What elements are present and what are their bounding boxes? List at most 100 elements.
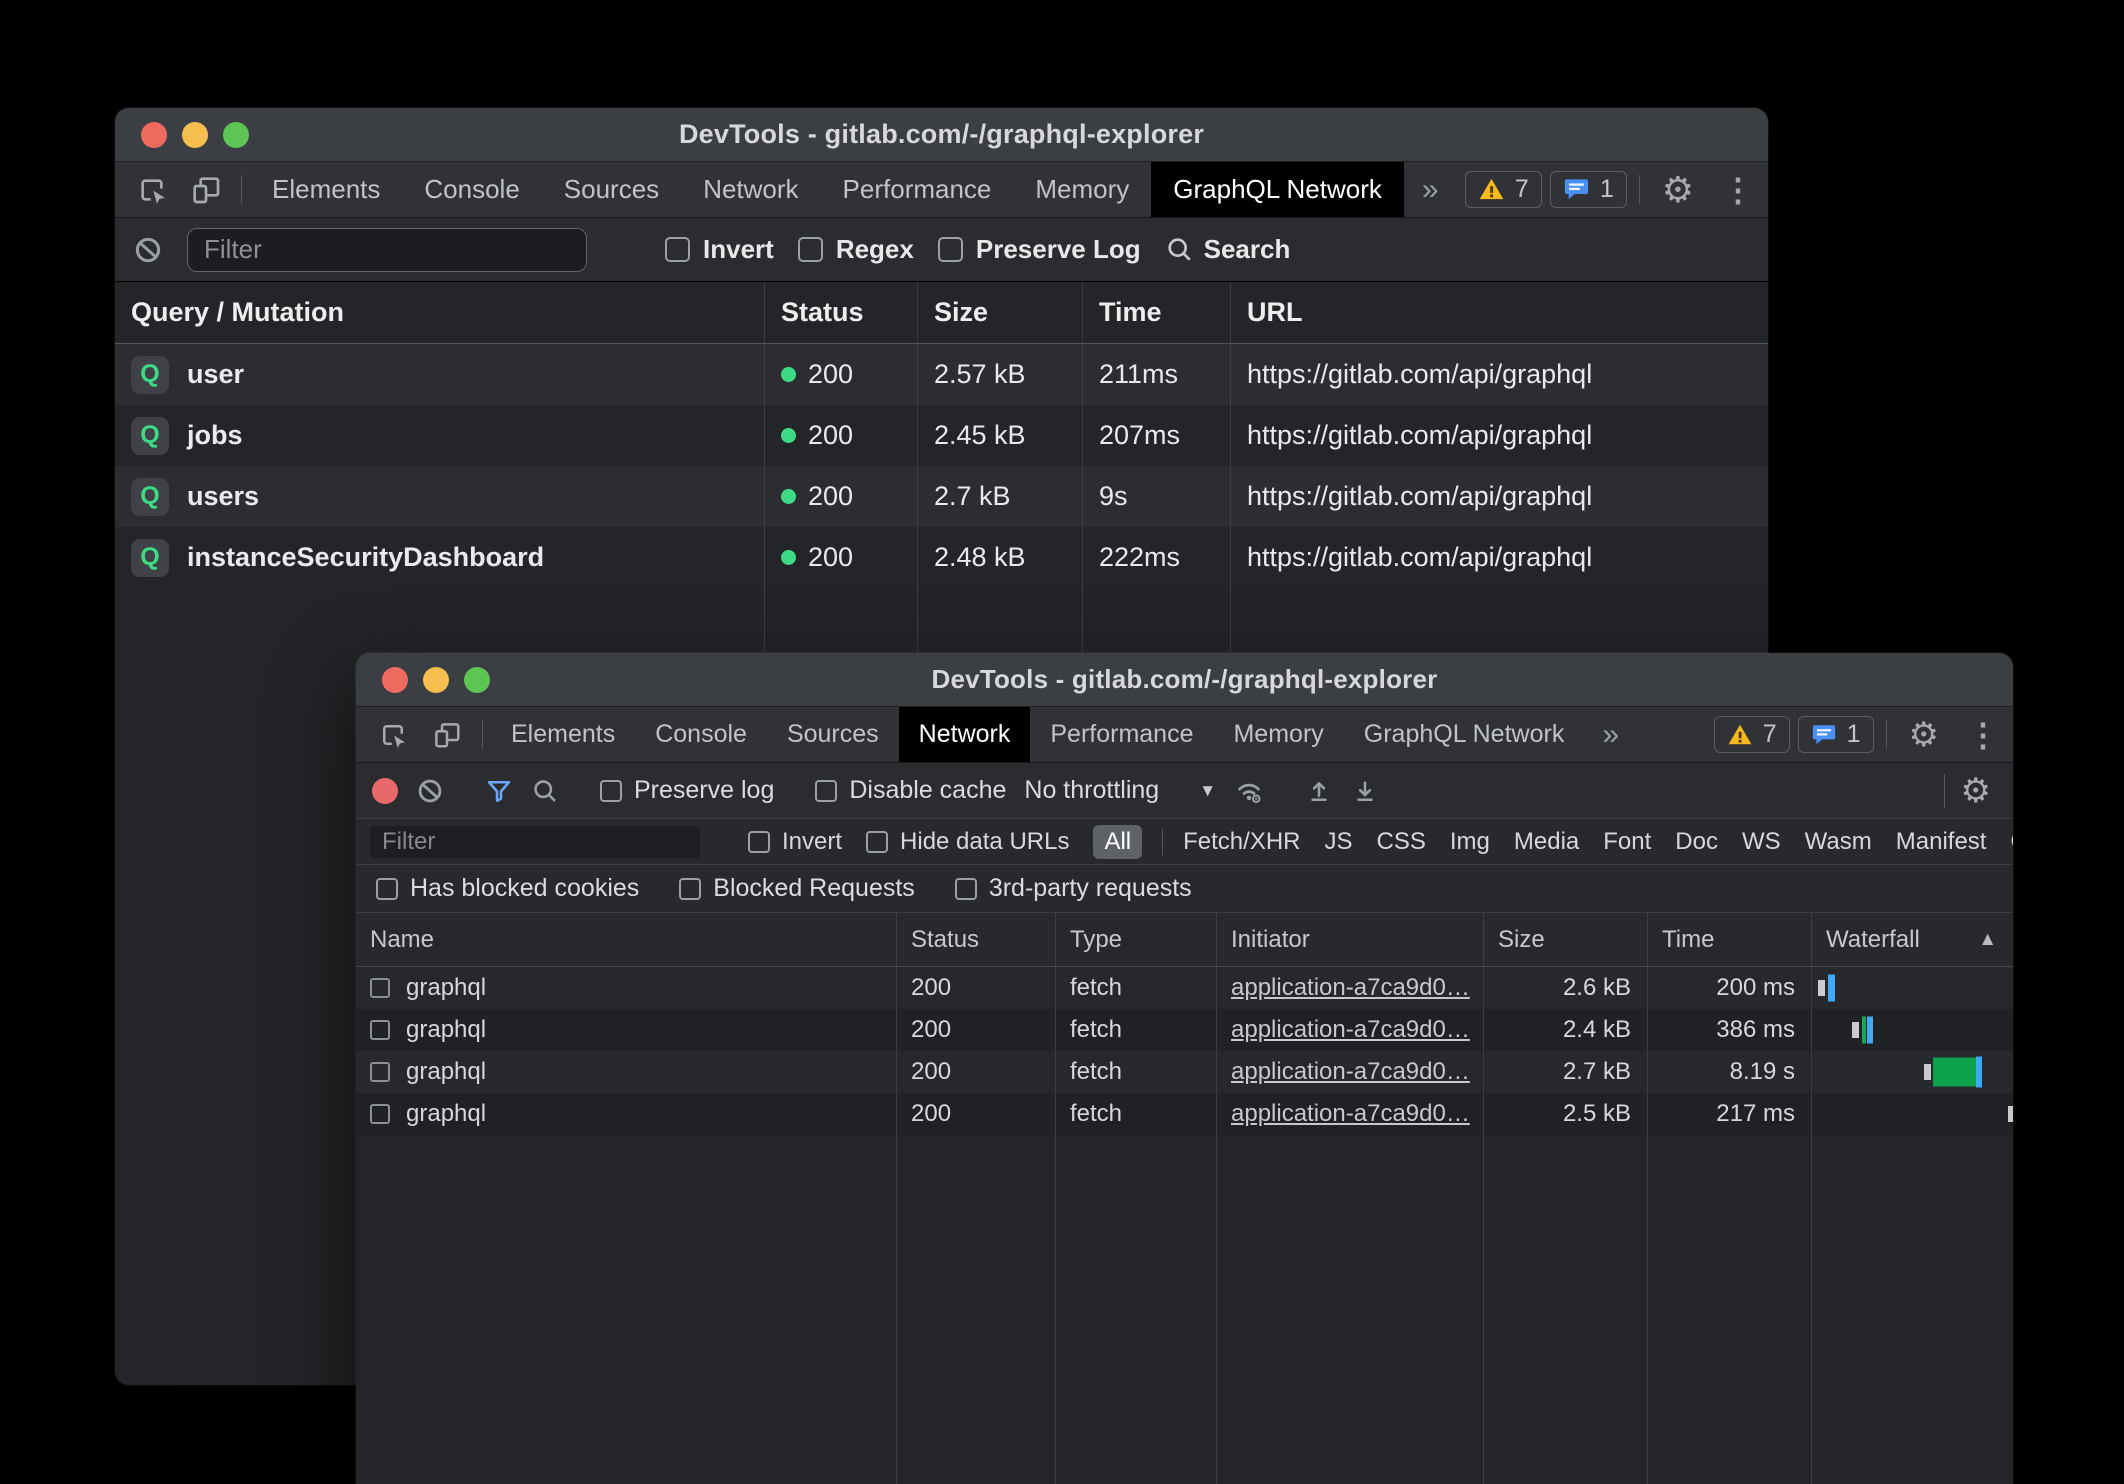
preserve-log-checkbox[interactable]: Preserve log xyxy=(600,776,774,805)
settings-gear-icon[interactable]: ⚙ xyxy=(1648,162,1708,217)
table-row[interactable]: graphql 200 fetch application-a7ca9d0… 2… xyxy=(356,967,2013,1009)
invert-checkbox[interactable]: Invert xyxy=(748,828,842,856)
type-filter-ws[interactable]: WS xyxy=(1742,828,1781,856)
inspect-element-icon[interactable] xyxy=(366,707,420,762)
clear-icon[interactable] xyxy=(416,777,444,805)
zoom-button[interactable] xyxy=(464,667,490,693)
preserve-log-checkbox[interactable]: Preserve Log xyxy=(938,234,1141,265)
export-har-icon[interactable] xyxy=(1351,777,1379,805)
issues-badge[interactable]: 1 xyxy=(1550,171,1627,208)
column-header-query[interactable]: Query / Mutation xyxy=(115,282,764,343)
close-button[interactable] xyxy=(141,122,167,148)
tab-graphql-network[interactable]: GraphQL Network xyxy=(1151,162,1404,217)
network-conditions-icon[interactable] xyxy=(1234,776,1264,806)
row-checkbox[interactable] xyxy=(370,978,390,998)
inspect-element-icon[interactable] xyxy=(125,162,179,217)
type-filter-wasm[interactable]: Wasm xyxy=(1805,828,1872,856)
title-bar[interactable]: DevTools - gitlab.com/-/graphql-explorer xyxy=(356,653,2013,707)
type-filter-all[interactable]: All xyxy=(1093,825,1142,859)
filter-input[interactable] xyxy=(370,826,700,858)
tab-console[interactable]: Console xyxy=(402,162,541,217)
import-har-icon[interactable] xyxy=(1305,777,1333,805)
table-row[interactable]: graphql 200 fetch application-a7ca9d0… 2… xyxy=(356,1093,2013,1135)
tab-console[interactable]: Console xyxy=(635,707,767,762)
table-row[interactable]: Qjobs 200 2.45 kB 207ms https://gitlab.c… xyxy=(115,405,1768,466)
tab-network[interactable]: Network xyxy=(899,707,1031,762)
column-header-status[interactable]: Status xyxy=(764,282,917,343)
column-header-time[interactable]: Time xyxy=(1082,282,1230,343)
type-filter-css[interactable]: CSS xyxy=(1377,828,1426,856)
column-header-size[interactable]: Size xyxy=(1483,913,1647,966)
initiator-link[interactable]: application-a7ca9d0… xyxy=(1231,974,1470,1002)
warnings-badge[interactable]: 7 xyxy=(1465,171,1542,208)
table-row[interactable]: QinstanceSecurityDashboard 200 2.48 kB 2… xyxy=(115,527,1768,588)
tab-sources[interactable]: Sources xyxy=(767,707,899,762)
clear-icon[interactable] xyxy=(133,235,163,265)
tab-network[interactable]: Network xyxy=(681,162,820,217)
tab-graphql-network[interactable]: GraphQL Network xyxy=(1344,707,1585,762)
tab-performance[interactable]: Performance xyxy=(1030,707,1213,762)
more-tabs-icon[interactable]: » xyxy=(1404,162,1457,217)
filter-input[interactable] xyxy=(187,228,587,272)
kebab-menu-icon[interactable]: ⋮ xyxy=(1708,162,1768,217)
tab-memory[interactable]: Memory xyxy=(1013,162,1151,217)
tab-performance[interactable]: Performance xyxy=(821,162,1014,217)
hide-data-urls-checkbox[interactable]: Hide data URLs xyxy=(866,828,1069,856)
type-filter-manifest[interactable]: Manifest xyxy=(1896,828,1987,856)
title-bar[interactable]: DevTools - gitlab.com/-/graphql-explorer xyxy=(115,108,1768,162)
regex-checkbox[interactable]: Regex xyxy=(798,234,914,265)
column-header-status[interactable]: Status xyxy=(896,913,1055,966)
search-button[interactable]: Search xyxy=(1165,234,1291,265)
device-toolbar-icon[interactable] xyxy=(420,707,474,762)
checkbox[interactable] xyxy=(866,831,888,853)
has-blocked-cookies-checkbox[interactable]: Has blocked cookies xyxy=(376,874,639,903)
table-row[interactable]: graphql 200 fetch application-a7ca9d0… 2… xyxy=(356,1009,2013,1051)
close-button[interactable] xyxy=(382,667,408,693)
blocked-requests-checkbox[interactable]: Blocked Requests xyxy=(679,874,915,903)
disable-cache-checkbox[interactable]: Disable cache xyxy=(815,776,1006,805)
row-checkbox[interactable] xyxy=(370,1104,390,1124)
column-header-waterfall[interactable]: Waterfall ▲ xyxy=(1811,913,2013,966)
checkbox[interactable] xyxy=(798,237,823,262)
type-filter-fetch-xhr[interactable]: Fetch/XHR xyxy=(1183,828,1300,856)
invert-checkbox[interactable]: Invert xyxy=(665,234,774,265)
checkbox[interactable] xyxy=(955,878,977,900)
checkbox[interactable] xyxy=(600,780,622,802)
device-toolbar-icon[interactable] xyxy=(179,162,233,217)
column-header-time[interactable]: Time xyxy=(1647,913,1811,966)
column-header-initiator[interactable]: Initiator xyxy=(1216,913,1483,966)
network-settings-gear-icon[interactable]: ⚙ xyxy=(1944,774,1997,808)
type-filter-font[interactable]: Font xyxy=(1603,828,1651,856)
column-header-name[interactable]: Name xyxy=(356,913,896,966)
record-button[interactable] xyxy=(372,778,398,804)
type-filter-media[interactable]: Media xyxy=(1514,828,1579,856)
throttling-select[interactable]: No throttling ▼ xyxy=(1024,776,1216,805)
checkbox[interactable] xyxy=(376,878,398,900)
issues-badge[interactable]: 1 xyxy=(1798,716,1874,753)
initiator-link[interactable]: application-a7ca9d0… xyxy=(1231,1100,1470,1128)
initiator-link[interactable]: application-a7ca9d0… xyxy=(1231,1058,1470,1086)
checkbox[interactable] xyxy=(748,831,770,853)
tab-memory[interactable]: Memory xyxy=(1213,707,1343,762)
tab-elements[interactable]: Elements xyxy=(250,162,402,217)
table-row[interactable]: Quser 200 2.57 kB 211ms https://gitlab.c… xyxy=(115,344,1768,405)
search-icon[interactable] xyxy=(531,777,559,805)
checkbox[interactable] xyxy=(665,237,690,262)
tab-sources[interactable]: Sources xyxy=(542,162,681,217)
row-checkbox[interactable] xyxy=(370,1020,390,1040)
zoom-button[interactable] xyxy=(223,122,249,148)
type-filter-img[interactable]: Img xyxy=(1450,828,1490,856)
filter-funnel-icon[interactable] xyxy=(485,777,513,805)
column-header-type[interactable]: Type xyxy=(1055,913,1216,966)
minimize-button[interactable] xyxy=(182,122,208,148)
warnings-badge[interactable]: 7 xyxy=(1714,716,1790,753)
more-tabs-icon[interactable]: » xyxy=(1584,707,1637,762)
type-filter-js[interactable]: JS xyxy=(1325,828,1353,856)
table-row[interactable]: graphql 200 fetch application-a7ca9d0… 2… xyxy=(356,1051,2013,1093)
third-party-requests-checkbox[interactable]: 3rd-party requests xyxy=(955,874,1192,903)
initiator-link[interactable]: application-a7ca9d0… xyxy=(1231,1016,1470,1044)
column-header-url[interactable]: URL xyxy=(1230,282,1768,343)
type-filter-other[interactable]: Other xyxy=(2010,828,2013,856)
row-checkbox[interactable] xyxy=(370,1062,390,1082)
kebab-menu-icon[interactable]: ⋮ xyxy=(1953,707,2013,762)
